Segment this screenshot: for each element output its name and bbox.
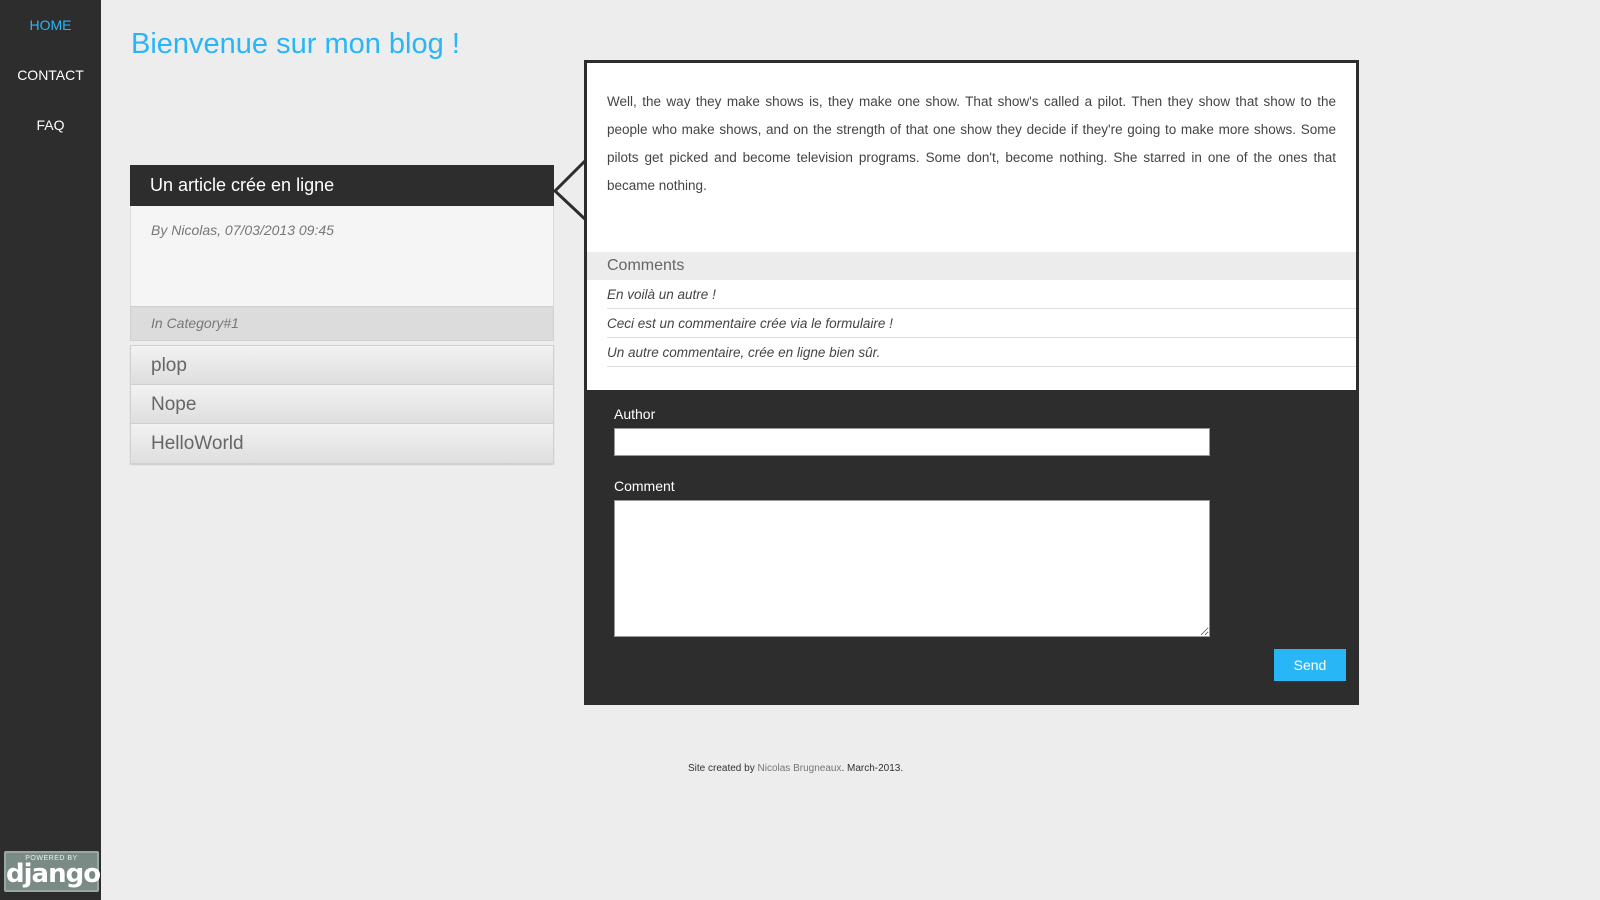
send-button[interactable]: Send xyxy=(1274,649,1346,681)
article-detail-panel: Well, the way they make shows is, they m… xyxy=(584,60,1359,705)
footer: Site created by Nicolas Brugneaux. March… xyxy=(688,763,903,774)
article-list-item-helloworld[interactable]: HelloWorld xyxy=(131,424,553,463)
sidebar: HOME CONTACT FAQ POWERED BY django xyxy=(0,0,101,900)
comment-item: Ceci est un commentaire crée via le form… xyxy=(607,309,1356,338)
author-input[interactable] xyxy=(614,428,1210,456)
django-badge[interactable]: POWERED BY django xyxy=(4,851,101,892)
footer-suffix: . March-2013. xyxy=(841,763,904,774)
article-title: Un article crée en ligne xyxy=(130,165,554,206)
article-body: Well, the way they make shows is, they m… xyxy=(607,94,1336,193)
article-list-item-nope[interactable]: Nope xyxy=(131,385,553,424)
nav-item-faq[interactable]: FAQ xyxy=(0,100,101,150)
comment-label: Comment xyxy=(614,478,675,494)
article-list-item-plop[interactable]: plop xyxy=(131,346,553,385)
article-list: plop Nope HelloWorld xyxy=(130,345,554,464)
comment-list: En voilà un autre ! Ceci est un commenta… xyxy=(587,280,1356,367)
page-title: Bienvenue sur mon blog ! xyxy=(131,28,460,60)
article-card: Un article crée en ligne By Nicolas, 07/… xyxy=(130,165,554,464)
author-label: Author xyxy=(614,406,656,422)
nav-item-contact[interactable]: CONTACT xyxy=(0,50,101,100)
comment-item: Un autre commentaire, crée en ligne bien… xyxy=(607,338,1356,367)
comment-form: Author Comment Send xyxy=(587,390,1356,705)
comment-textarea[interactable] xyxy=(614,500,1210,637)
footer-prefix: Site created by xyxy=(688,763,755,774)
django-logo-icon: django xyxy=(6,859,101,889)
comment-item: En voilà un autre ! xyxy=(607,280,1356,309)
comments-header: Comments xyxy=(587,252,1356,280)
article-category: In Category#1 xyxy=(130,306,554,341)
nav-item-home[interactable]: HOME xyxy=(0,0,101,50)
article-content: Well, the way they make shows is, they m… xyxy=(587,63,1356,390)
article-meta: By Nicolas, 07/03/2013 09:45 xyxy=(130,206,554,306)
footer-author-link[interactable]: Nicolas Brugneaux xyxy=(758,763,842,774)
